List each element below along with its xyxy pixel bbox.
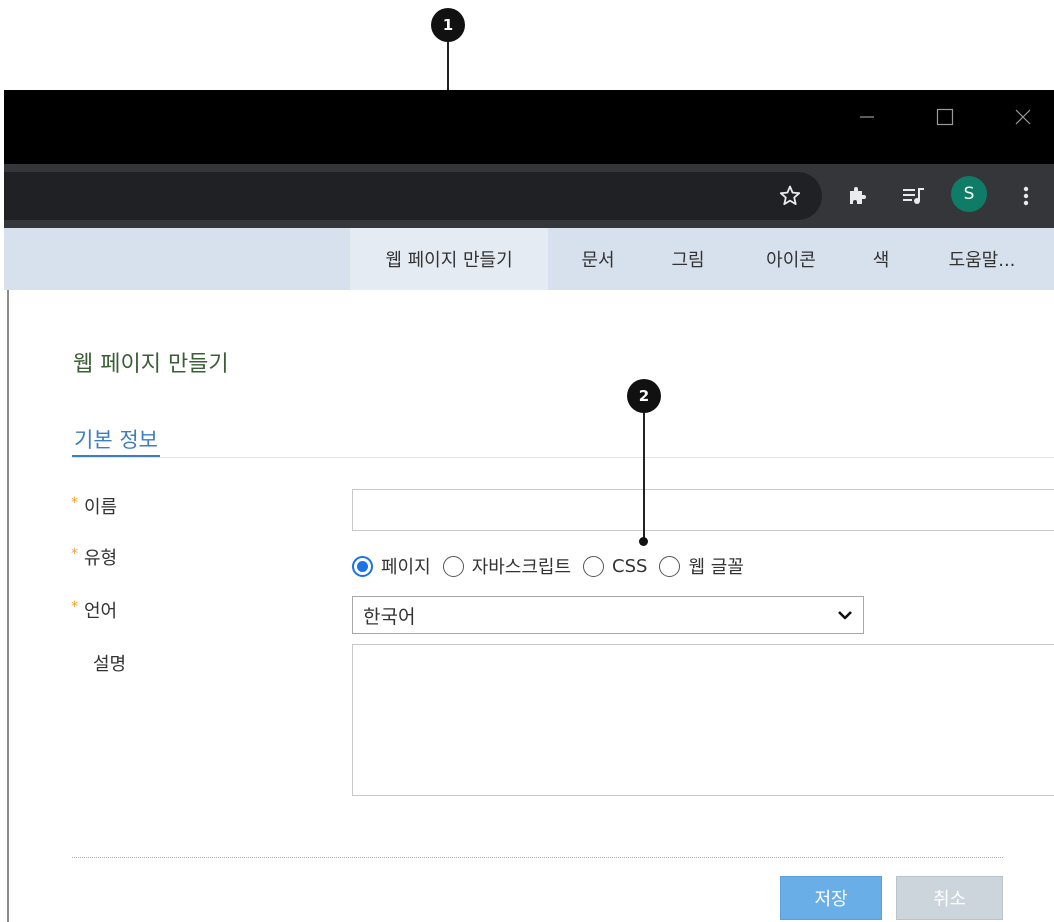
main-content: 웹 페이지 만들기 기본 정보 * 이름 * 유형 페이지 자바스크립트 CSS 웹… (7, 290, 1054, 922)
media-queue-icon (903, 188, 924, 204)
radio-label: CSS (612, 555, 648, 577)
page-title: 웹 페이지 만들기 (73, 352, 229, 377)
close-icon (1015, 109, 1031, 125)
maximize-button[interactable] (922, 90, 968, 144)
bookmark-star-button[interactable] (774, 180, 806, 212)
radio-option-web-font[interactable]: 웹 글꼴 (659, 553, 744, 579)
name-label-text: 이름 (84, 497, 118, 518)
tab-basic-info[interactable]: 기본 정보 (72, 424, 160, 458)
radio-label: 자바스크립트 (471, 557, 572, 578)
callout-number: 1 (442, 16, 454, 34)
save-button[interactable]: 저장 (780, 876, 882, 920)
description-label: 설명 (93, 650, 126, 676)
minimize-button[interactable] (844, 90, 890, 144)
callout-marker-2: 2 (627, 379, 661, 413)
chevron-down-icon (838, 611, 852, 620)
puzzle-extension-icon (850, 187, 866, 204)
language-select[interactable]: 한국어 (352, 596, 864, 634)
nav-item-label: 도움말... (948, 250, 1016, 271)
nav-item-label: 그림 (671, 250, 705, 271)
description-textarea[interactable] (352, 644, 1054, 796)
radio-button[interactable] (583, 555, 605, 577)
nav-item-documents[interactable]: 문서 (562, 228, 634, 290)
radio-option-javascript[interactable]: 자바스크립트 (442, 553, 572, 579)
radio-button[interactable] (442, 555, 464, 577)
nav-item-colors[interactable]: 색 (856, 228, 906, 290)
nav-item-create-web-page[interactable]: 웹 페이지 만들기 (350, 228, 548, 290)
language-selected-value: 한국어 (363, 605, 416, 628)
overflow-menu-icon (1023, 186, 1029, 206)
nav-item-label: 아이콘 (766, 250, 816, 271)
minimize-icon (860, 116, 874, 118)
required-asterisk: * (71, 546, 78, 562)
required-asterisk: * (71, 495, 78, 511)
nav-item-label: 웹 페이지 만들기 (385, 250, 513, 271)
language-label: * 언어 (71, 597, 117, 623)
maximize-icon (936, 108, 954, 126)
radio-button-checked[interactable] (352, 555, 373, 577)
profile-avatar[interactable]: S (951, 176, 987, 212)
callout-leader-line (643, 413, 645, 539)
radio-button[interactable] (659, 555, 681, 577)
media-control-button[interactable] (898, 180, 930, 212)
callout-number: 2 (638, 387, 650, 405)
browser-toolbar: S (4, 164, 1054, 228)
nav-item-icons[interactable]: 아이콘 (746, 228, 836, 290)
radio-label: 페이지 (381, 557, 431, 578)
close-window-button[interactable] (1000, 90, 1046, 144)
type-label: * 유형 (71, 544, 117, 570)
radio-option-css[interactable]: CSS (583, 555, 648, 577)
profile-initial: S (963, 184, 975, 204)
nav-item-images[interactable]: 그림 (652, 228, 724, 290)
name-label: * 이름 (71, 493, 117, 519)
extensions-button[interactable] (842, 180, 874, 212)
required-asterisk: * (71, 599, 78, 615)
type-radio-group: 페이지 자바스크립트 CSS 웹 글꼴 (352, 552, 756, 580)
address-bar[interactable] (4, 172, 822, 220)
radio-option-page[interactable]: 페이지 (352, 553, 431, 579)
language-label-text: 언어 (84, 601, 118, 622)
browser-menu-button[interactable] (1012, 180, 1040, 212)
description-label-text: 설명 (93, 654, 127, 675)
type-label-text: 유형 (84, 548, 118, 569)
browser-title-bar (4, 90, 1054, 164)
star-icon (779, 185, 801, 205)
cancel-button[interactable]: 취소 (896, 876, 1003, 920)
nav-item-help[interactable]: 도움말... (926, 228, 1038, 290)
form-footer-divider (72, 857, 1003, 858)
callout-marker-1: 1 (431, 8, 465, 42)
callout-anchor-dot (639, 537, 648, 546)
section-divider (72, 457, 1054, 458)
name-input[interactable] (352, 489, 1054, 531)
nav-item-label: 문서 (581, 250, 615, 271)
app-navigation-bar: 웹 페이지 만들기 문서 그림 아이콘 색 도움말... (4, 228, 1054, 290)
nav-item-label: 색 (872, 250, 890, 271)
radio-label: 웹 글꼴 (688, 557, 744, 578)
